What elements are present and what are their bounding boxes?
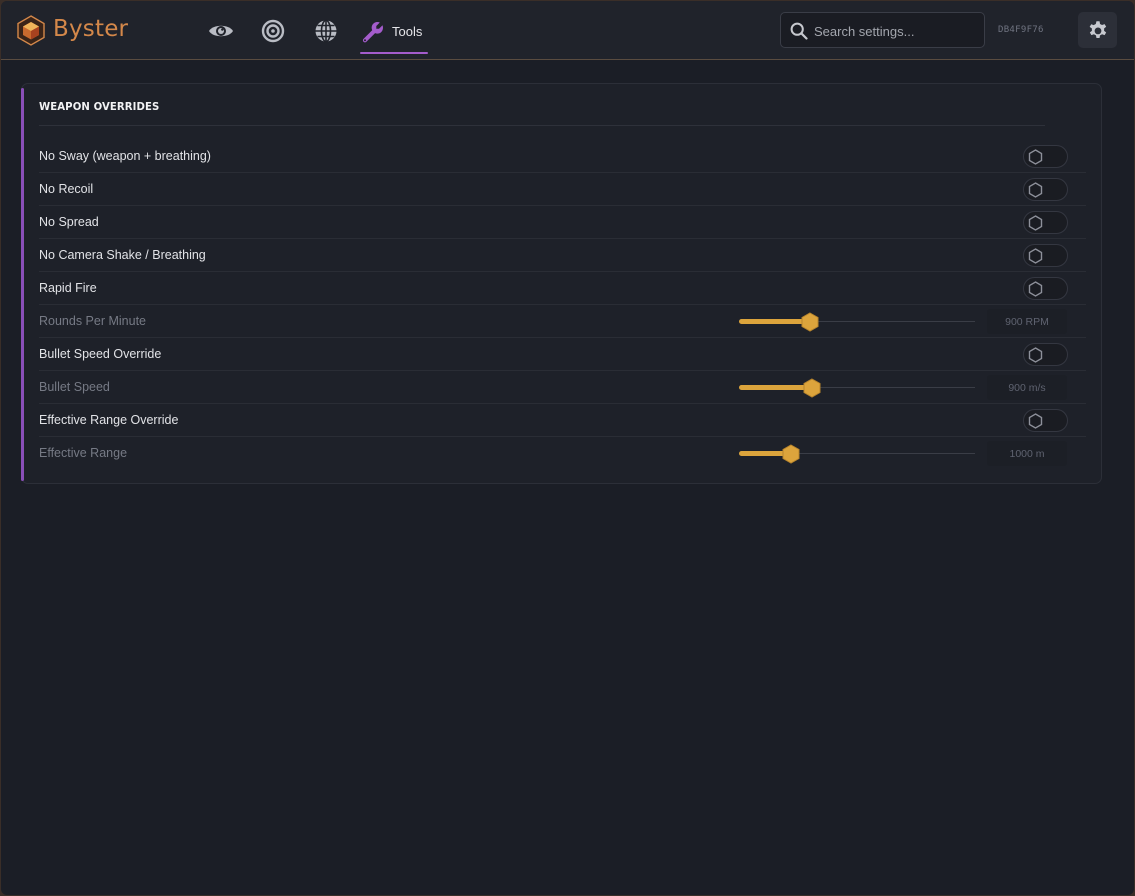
setting-label: Bullet Speed: [39, 380, 110, 394]
hexagon-knob-icon: [1028, 347, 1043, 363]
nav-aim-button[interactable]: [258, 16, 288, 46]
setting-row-no-recoil: No Recoil: [39, 173, 1086, 206]
gear-icon: [1089, 21, 1106, 38]
setting-label: No Spread: [39, 215, 99, 229]
slider-thumb-icon[interactable]: [801, 312, 819, 332]
settings-button[interactable]: [1078, 12, 1117, 48]
setting-row-no-camera-shake: No Camera Shake / Breathing: [39, 239, 1086, 272]
app-window: Byster Tools Search settings... DB4F9F76…: [1, 1, 1134, 895]
effective-range-slider[interactable]: [739, 444, 975, 464]
search-box[interactable]: [780, 12, 985, 48]
tab-tools-label: Tools: [392, 24, 423, 39]
bullet-speed-slider[interactable]: [739, 378, 975, 398]
rounds-per-minute-slider[interactable]: [739, 312, 975, 332]
tab-tools[interactable]: Tools: [360, 14, 428, 54]
weapon-overrides-card: WEAPON OVERRIDES No Sway (weapon + breat…: [21, 83, 1102, 484]
wrench-icon: [362, 22, 384, 43]
section-title: WEAPON OVERRIDES: [39, 100, 160, 113]
setting-label: Bullet Speed Override: [39, 347, 162, 361]
setting-row-rapid-fire: Rapid Fire: [39, 272, 1086, 305]
setting-label: Effective Range Override: [39, 413, 179, 427]
setting-label: No Recoil: [39, 182, 94, 196]
brand-name: Byster: [53, 16, 129, 42]
setting-label: Rapid Fire: [39, 281, 97, 295]
eye-icon: [209, 25, 233, 37]
target-icon: [261, 19, 285, 43]
hexagon-knob-icon: [1028, 413, 1043, 429]
effective-range-override-toggle[interactable]: [1023, 409, 1068, 432]
setting-row-no-sway: No Sway (weapon + breathing): [39, 140, 1086, 173]
search-icon: [790, 22, 808, 40]
setting-row-bullet-speed: Bullet Speed 900 m/s: [39, 371, 1086, 404]
rapid-fire-toggle[interactable]: [1023, 277, 1068, 300]
setting-label: Rounds Per Minute: [39, 314, 147, 328]
byster-logo-icon: [17, 15, 45, 46]
nav-visuals-button[interactable]: [206, 16, 236, 46]
no-recoil-toggle[interactable]: [1023, 178, 1068, 201]
setting-label: No Camera Shake / Breathing: [39, 248, 206, 262]
hexagon-knob-icon: [1028, 149, 1043, 165]
nav-world-button[interactable]: [311, 16, 341, 46]
slider-thumb-icon[interactable]: [803, 378, 821, 398]
no-camera-shake-toggle[interactable]: [1023, 244, 1068, 267]
slider-fill: [739, 385, 812, 390]
setting-row-effective-range: Effective Range 1000 m: [39, 437, 1086, 470]
bullet-speed-override-toggle[interactable]: [1023, 343, 1068, 366]
effective-range-value[interactable]: 1000 m: [987, 441, 1067, 466]
slider-fill: [739, 319, 810, 324]
setting-label: Effective Range: [39, 446, 128, 460]
hexagon-knob-icon: [1028, 215, 1043, 231]
hexagon-knob-icon: [1028, 248, 1043, 264]
setting-row-no-spread: No Spread: [39, 206, 1086, 239]
hwid-label: DB4F9F76: [998, 25, 1044, 35]
bullet-speed-value[interactable]: 900 m/s: [987, 375, 1067, 400]
search-input[interactable]: [814, 21, 979, 41]
setting-label: No Sway (weapon + breathing): [39, 149, 211, 163]
hexagon-knob-icon: [1028, 281, 1043, 297]
no-sway-toggle[interactable]: [1023, 145, 1068, 168]
card-accent-bar: [21, 88, 24, 481]
hexagon-knob-icon: [1028, 182, 1043, 198]
rounds-per-minute-value[interactable]: 900 RPM: [987, 309, 1067, 334]
top-bar: Byster Tools Search settings... DB4F9F76: [1, 1, 1134, 60]
active-tab-indicator: [360, 52, 428, 54]
section-divider: [39, 125, 1045, 126]
globe-icon: [315, 19, 337, 43]
slider-thumb-icon[interactable]: [782, 444, 800, 464]
setting-row-effective-range-override: Effective Range Override: [39, 404, 1086, 437]
no-spread-toggle[interactable]: [1023, 211, 1068, 234]
setting-row-rounds-per-minute: Rounds Per Minute 900 RPM: [39, 305, 1086, 338]
setting-row-bullet-speed-override: Bullet Speed Override: [39, 338, 1086, 371]
